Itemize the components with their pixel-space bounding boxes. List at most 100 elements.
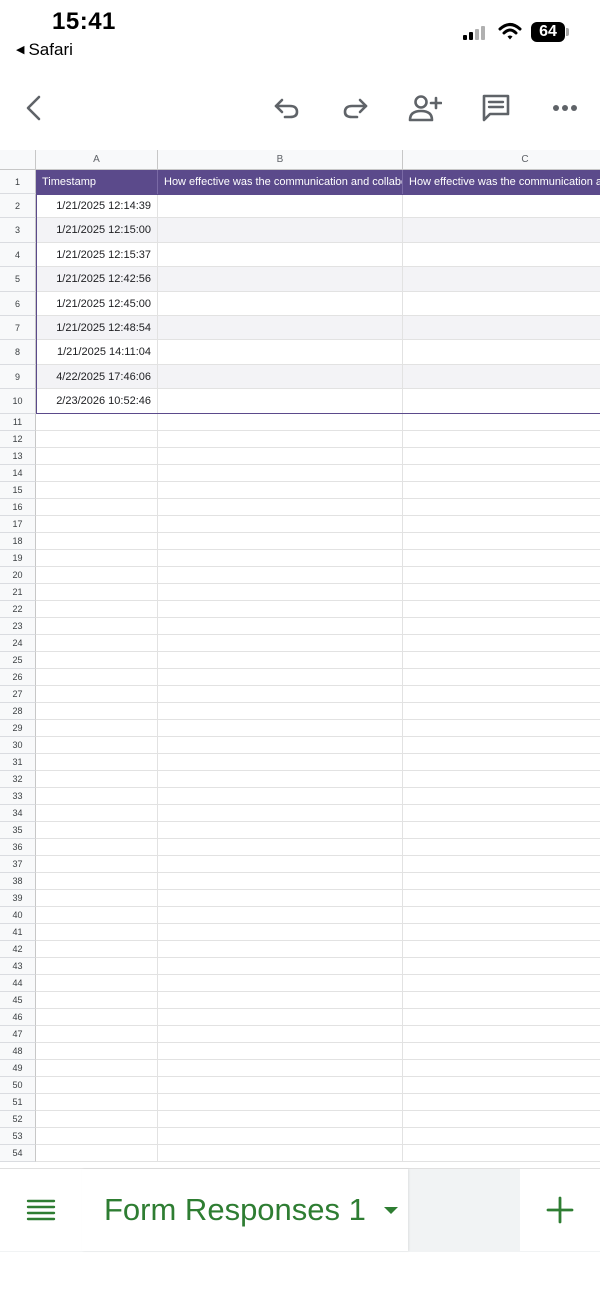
response-cell[interactable] [158,316,403,340]
timestamp-cell[interactable]: 1/21/2025 12:48:54 [36,316,158,340]
row-number[interactable]: 54 [0,1145,36,1162]
empty-cell[interactable] [36,771,158,788]
response-cell[interactable] [403,316,600,340]
response-cell[interactable] [403,292,600,316]
empty-cell[interactable] [36,1094,158,1111]
empty-cell[interactable] [158,1128,403,1145]
row-number[interactable]: 2 [0,194,36,218]
empty-cell[interactable] [403,958,600,975]
row-number[interactable]: 24 [0,635,36,652]
row-number[interactable]: 6 [0,292,36,316]
row-number[interactable]: 41 [0,924,36,941]
empty-cell[interactable] [36,1111,158,1128]
row-number[interactable]: 44 [0,975,36,992]
empty-cell[interactable] [158,958,403,975]
row-number[interactable]: 16 [0,499,36,516]
empty-cell[interactable] [158,414,403,431]
response-cell[interactable] [403,194,600,218]
row-number[interactable]: 20 [0,567,36,584]
response-cell[interactable] [158,365,403,389]
row-number[interactable]: 39 [0,890,36,907]
empty-cell[interactable] [36,720,158,737]
empty-cell[interactable] [403,1043,600,1060]
empty-cell[interactable] [158,788,403,805]
empty-cell[interactable] [36,1060,158,1077]
row-number[interactable]: 14 [0,465,36,482]
response-cell[interactable] [158,389,403,414]
empty-cell[interactable] [158,635,403,652]
empty-cell[interactable] [158,907,403,924]
empty-cell[interactable] [158,703,403,720]
row-number[interactable]: 48 [0,1043,36,1060]
empty-cell[interactable] [36,754,158,771]
empty-cell[interactable] [36,482,158,499]
empty-cell[interactable] [158,1077,403,1094]
empty-cell[interactable] [403,924,600,941]
empty-cell[interactable] [403,1026,600,1043]
empty-cell[interactable] [403,703,600,720]
empty-cell[interactable] [158,1026,403,1043]
response-cell[interactable] [403,267,600,292]
empty-cell[interactable] [158,720,403,737]
empty-cell[interactable] [158,669,403,686]
empty-cell[interactable] [36,499,158,516]
row-number[interactable]: 31 [0,754,36,771]
empty-cell[interactable] [158,941,403,958]
row-number[interactable]: 47 [0,1026,36,1043]
all-sheets-menu-button[interactable] [0,1169,82,1251]
empty-cell[interactable] [36,516,158,533]
empty-cell[interactable] [36,431,158,448]
empty-cell[interactable] [158,839,403,856]
empty-cell[interactable] [36,448,158,465]
empty-cell[interactable] [403,720,600,737]
row-number[interactable]: 23 [0,618,36,635]
empty-cell[interactable] [158,533,403,550]
response-cell[interactable] [403,365,600,389]
empty-cell[interactable] [403,533,600,550]
empty-cell[interactable] [158,516,403,533]
back-button[interactable] [12,86,56,130]
row-number[interactable]: 42 [0,941,36,958]
empty-cell[interactable] [403,771,600,788]
empty-cell[interactable] [158,448,403,465]
empty-cell[interactable] [36,924,158,941]
row-number[interactable]: 30 [0,737,36,754]
row-number[interactable]: 50 [0,1077,36,1094]
timestamp-cell[interactable]: 1/21/2025 12:42:56 [36,267,158,292]
header-cell-question-c[interactable]: How effective was the communication an [403,170,600,194]
row-number[interactable]: 43 [0,958,36,975]
empty-cell[interactable] [158,482,403,499]
response-cell[interactable] [158,243,403,267]
row-number[interactable]: 51 [0,1094,36,1111]
empty-cell[interactable] [36,703,158,720]
row-number[interactable]: 4 [0,243,36,267]
row-number[interactable]: 7 [0,316,36,340]
empty-cell[interactable] [403,873,600,890]
empty-cell[interactable] [403,1145,600,1162]
back-to-safari-link[interactable]: ◀ Safari [16,40,73,60]
empty-cell[interactable] [403,1128,600,1145]
empty-cell[interactable] [158,873,403,890]
empty-cell[interactable] [36,1145,158,1162]
empty-cell[interactable] [36,941,158,958]
empty-cell[interactable] [36,788,158,805]
timestamp-cell[interactable]: 1/21/2025 12:14:39 [36,194,158,218]
row-number[interactable]: 40 [0,907,36,924]
empty-cell[interactable] [403,788,600,805]
share-add-person-button[interactable] [403,86,447,130]
empty-cell[interactable] [403,1094,600,1111]
row-number[interactable]: 38 [0,873,36,890]
tab-form-responses-1[interactable]: Form Responses 1 [82,1169,408,1251]
row-number[interactable]: 34 [0,805,36,822]
row-number[interactable]: 32 [0,771,36,788]
empty-cell[interactable] [158,1009,403,1026]
row-number[interactable]: 33 [0,788,36,805]
empty-cell[interactable] [403,550,600,567]
empty-cell[interactable] [36,975,158,992]
empty-cell[interactable] [403,941,600,958]
row-number[interactable]: 11 [0,414,36,431]
row-number[interactable]: 52 [0,1111,36,1128]
empty-cell[interactable] [158,1111,403,1128]
empty-cell[interactable] [403,618,600,635]
empty-cell[interactable] [403,567,600,584]
